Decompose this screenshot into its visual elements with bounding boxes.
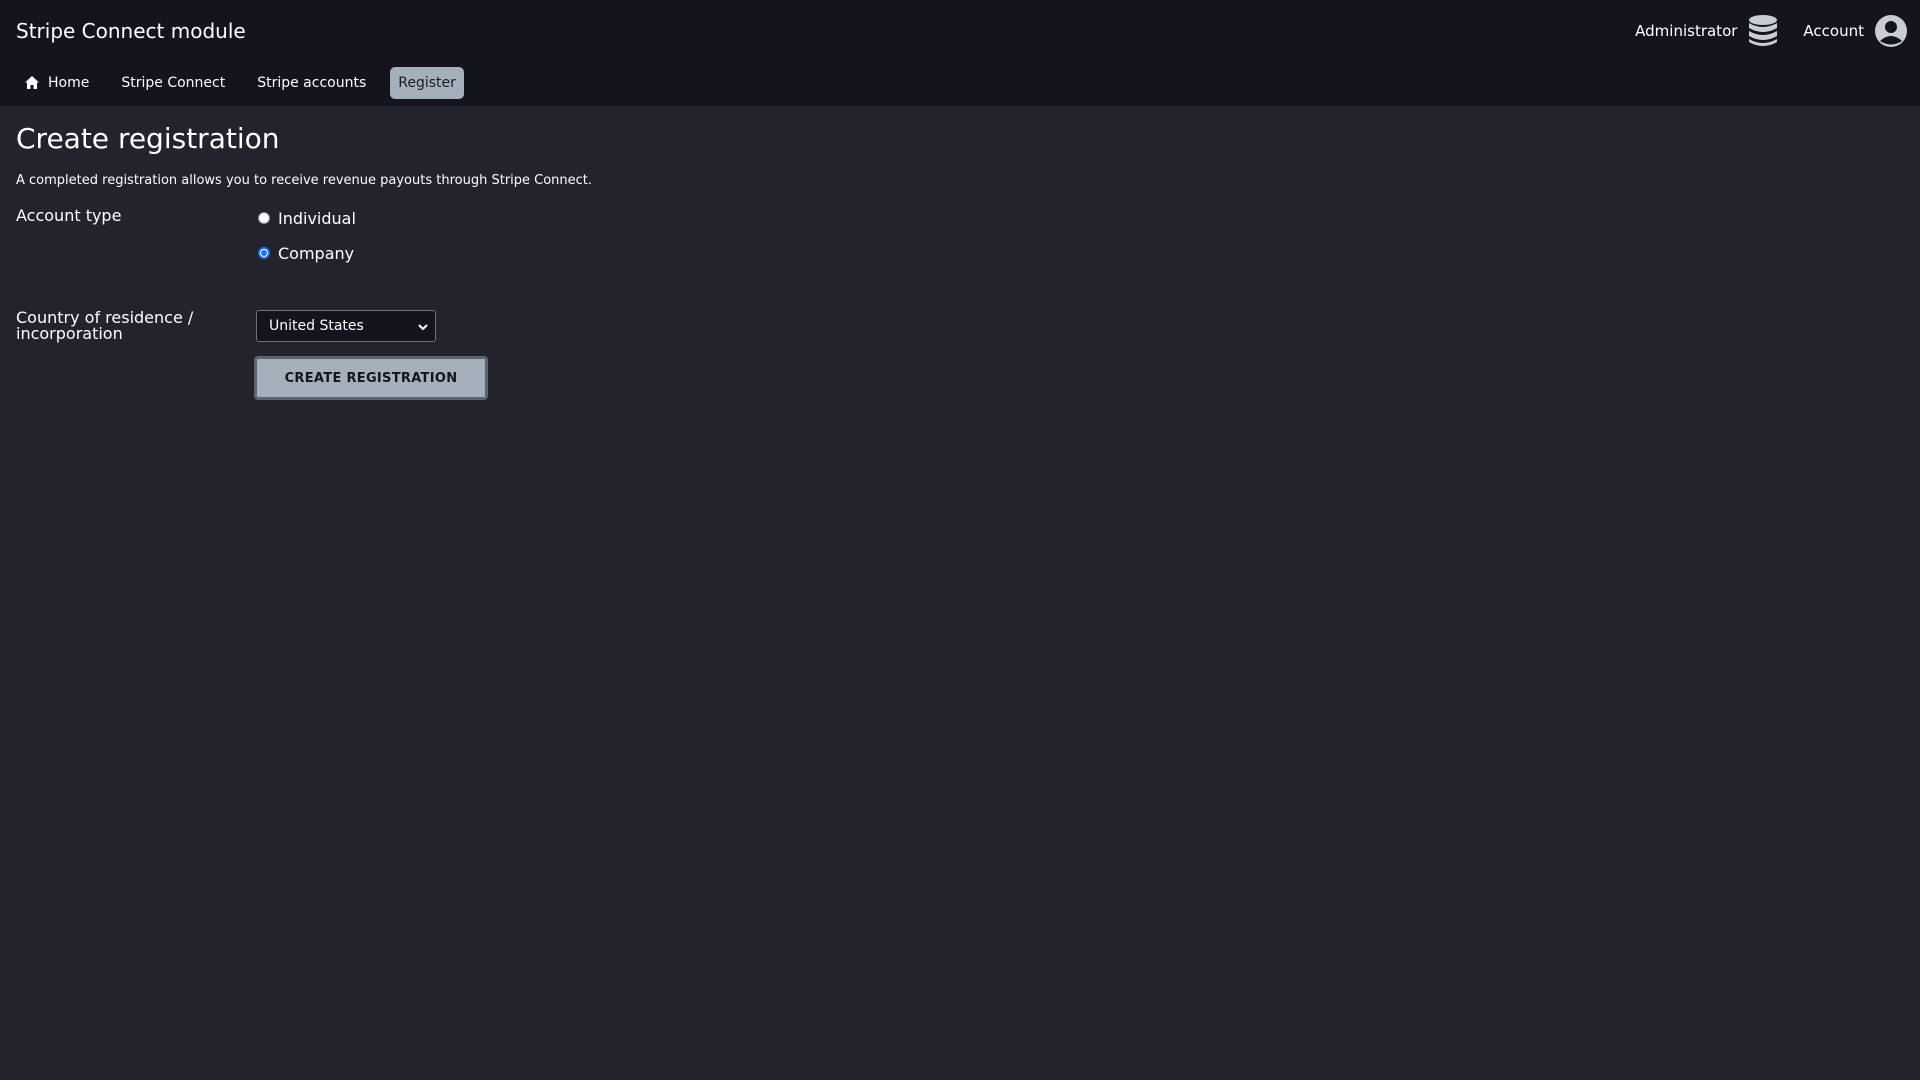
nav-item-stripe-connect[interactable]: Stripe Connect: [113, 67, 233, 99]
nav-item-label: Register: [398, 75, 456, 91]
account-menu[interactable]: Account: [1803, 14, 1907, 48]
account-type-label: Account type: [16, 206, 122, 225]
nav-item-label: Stripe Connect: [121, 75, 226, 91]
nav-item-label: Home: [48, 75, 90, 91]
home-icon: [24, 75, 40, 91]
app-title: Stripe Connect module: [16, 19, 246, 43]
main-nav: Home Stripe Connect Stripe accounts Regi…: [16, 67, 480, 99]
top-navigation-bar: Stripe Connect module Administrator Acco…: [0, 0, 1920, 106]
chevron-down-icon: [417, 321, 429, 333]
radio-option-company[interactable]: Company: [258, 242, 354, 264]
radio-label-company: Company: [278, 243, 355, 263]
nav-item-label: Stripe accounts: [257, 75, 367, 91]
nav-item-register[interactable]: Register: [390, 67, 464, 99]
radio-label-individual: Individual: [278, 208, 356, 228]
header-actions: Administrator Account: [1635, 14, 1907, 48]
administrator-label: Administrator: [1635, 22, 1738, 40]
administrator-menu[interactable]: Administrator: [1635, 14, 1779, 48]
radio-option-individual[interactable]: Individual: [258, 207, 356, 229]
country-select-value: United States: [269, 318, 364, 334]
page-description: A completed registration allows you to r…: [16, 173, 593, 188]
page-title: Create registration: [16, 122, 280, 155]
nav-item-stripe-accounts[interactable]: Stripe accounts: [249, 67, 374, 99]
radio-individual[interactable]: [258, 212, 270, 224]
radio-company[interactable]: [258, 247, 270, 259]
user-circle-icon: [1874, 14, 1907, 48]
account-label: Account: [1803, 22, 1864, 40]
nav-item-home[interactable]: Home: [16, 67, 97, 99]
country-select[interactable]: United States: [256, 310, 436, 342]
create-registration-button[interactable]: CREATE REGISTRATION: [254, 356, 488, 400]
country-label: Country of residence / incorporation: [16, 308, 194, 343]
database-icon: [1747, 14, 1779, 48]
